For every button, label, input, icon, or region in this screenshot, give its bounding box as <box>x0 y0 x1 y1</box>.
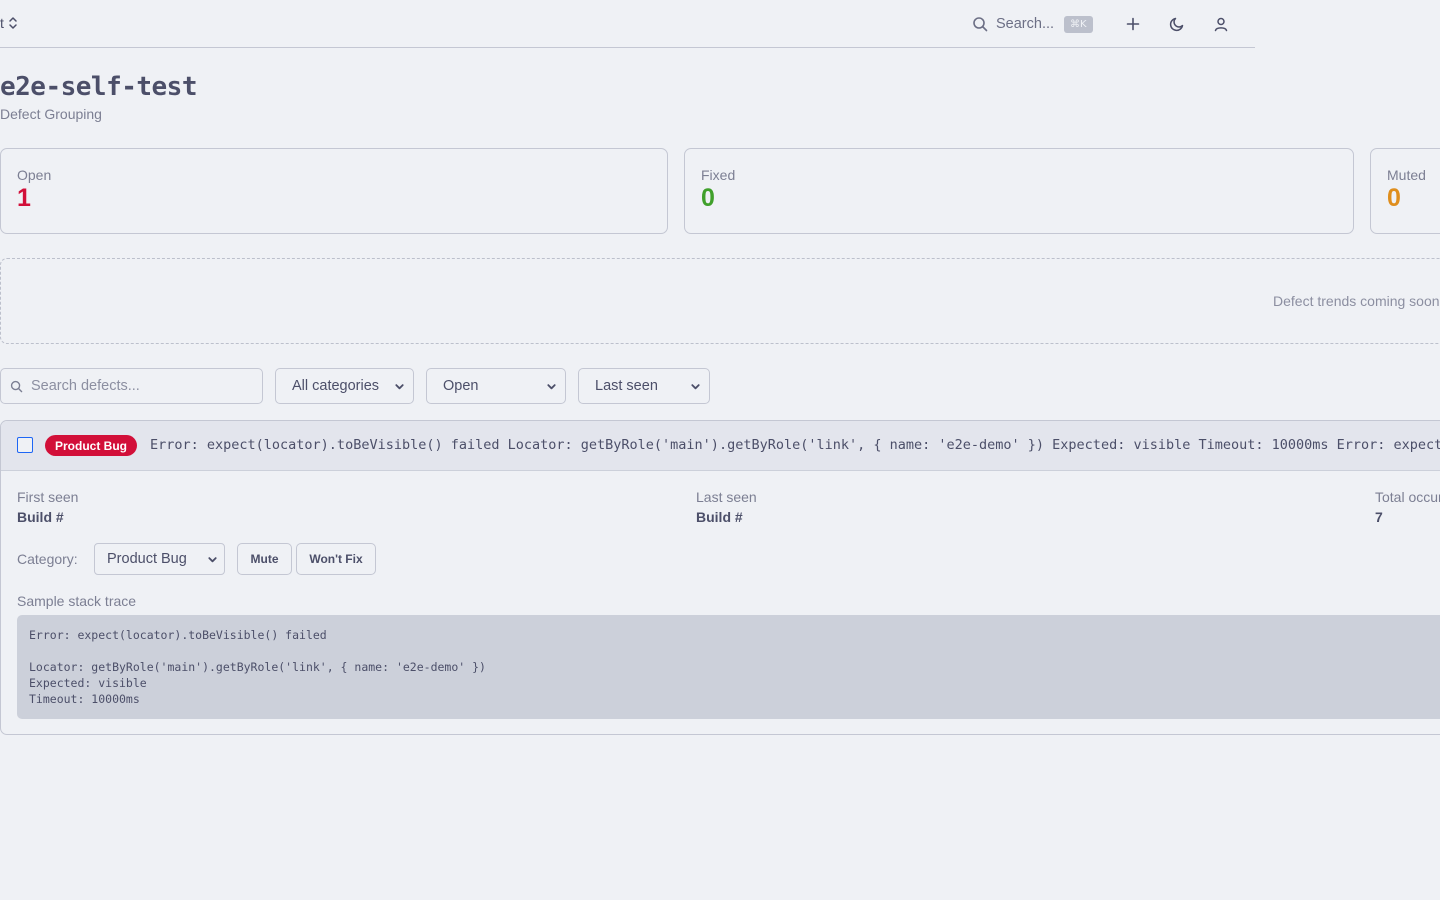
stat-label: Muted <box>1387 167 1426 183</box>
user-menu-button[interactable] <box>1211 14 1231 34</box>
stack-trace-label: Sample stack trace <box>17 593 137 609</box>
stat-card-open: Open 1 <box>0 148 668 234</box>
global-search-button[interactable]: Search... ⌘K <box>972 12 1093 36</box>
stat-label: Fixed <box>701 167 736 183</box>
category-badge: Product Bug <box>45 435 137 456</box>
wont-fix-button[interactable]: Won't Fix <box>296 543 376 575</box>
total-occurrences-label: Total occurrences <box>1375 489 1440 505</box>
user-icon <box>1214 17 1228 32</box>
add-button[interactable] <box>1123 14 1143 34</box>
category-select[interactable]: Product Bug <box>94 543 225 575</box>
chevron-down-icon <box>208 556 217 562</box>
stat-value: 0 <box>701 184 715 212</box>
stat-card-fixed: Fixed 0 <box>684 148 1354 234</box>
category-select-value: Product Bug <box>107 551 187 567</box>
chevron-up-down-icon <box>9 17 17 29</box>
total-occurrences-value: 7 <box>1375 509 1383 525</box>
search-icon <box>973 17 988 32</box>
page-title: e2e-self-test <box>0 72 198 102</box>
moon-icon <box>1169 17 1184 32</box>
status-filter-select[interactable]: Open <box>426 368 566 404</box>
first-seen-label: First seen <box>17 489 79 505</box>
search-icon <box>10 380 23 392</box>
sort-select[interactable]: Last seen <box>578 368 710 404</box>
defect-select-checkbox[interactable] <box>17 437 33 453</box>
theme-toggle-button[interactable] <box>1167 14 1187 34</box>
project-label: t <box>0 15 4 31</box>
stat-value: 1 <box>17 184 31 212</box>
search-label: Search... <box>996 16 1055 32</box>
last-seen-value: Build # <box>696 509 743 525</box>
category-filter-value: All categories <box>292 378 380 394</box>
defect-trends-placeholder: Defect trends coming soon <box>0 258 1440 344</box>
defect-group-row[interactable]: Product Bug Error: expect(locator).toBeV… <box>1 421 1440 471</box>
page-subtitle: Defect Grouping <box>0 106 102 122</box>
stat-label: Open <box>17 167 52 183</box>
last-seen-label: Last seen <box>696 489 757 505</box>
mute-button[interactable]: Mute <box>237 543 292 575</box>
chevron-down-icon <box>691 383 700 389</box>
stat-card-muted: Muted 0 <box>1370 148 1440 234</box>
category-filter-select[interactable]: All categories <box>275 368 414 404</box>
sort-value: Last seen <box>595 378 658 394</box>
stack-trace-block: Error: expect(locator).toBeVisible() fai… <box>17 615 1440 719</box>
stat-value: 0 <box>1387 184 1401 212</box>
top-bar: t Search... ⌘K <box>0 0 1255 48</box>
trends-placeholder-text: Defect trends coming soon <box>1273 293 1440 309</box>
category-label: Category: <box>17 551 78 567</box>
plus-icon <box>1126 17 1140 31</box>
search-shortcut: ⌘K <box>1064 15 1093 33</box>
first-seen-value: Build # <box>17 509 64 525</box>
chevron-down-icon <box>547 383 556 389</box>
project-switcher[interactable]: t <box>0 15 19 31</box>
chevron-down-icon <box>395 383 404 389</box>
defect-search[interactable] <box>0 368 263 404</box>
defect-group-panel: Product Bug Error: expect(locator).toBeV… <box>0 420 1440 735</box>
defect-search-input[interactable] <box>31 378 251 394</box>
defect-error-message: Error: expect(locator).toBeVisible() fai… <box>150 437 1440 453</box>
status-filter-value: Open <box>443 378 479 394</box>
